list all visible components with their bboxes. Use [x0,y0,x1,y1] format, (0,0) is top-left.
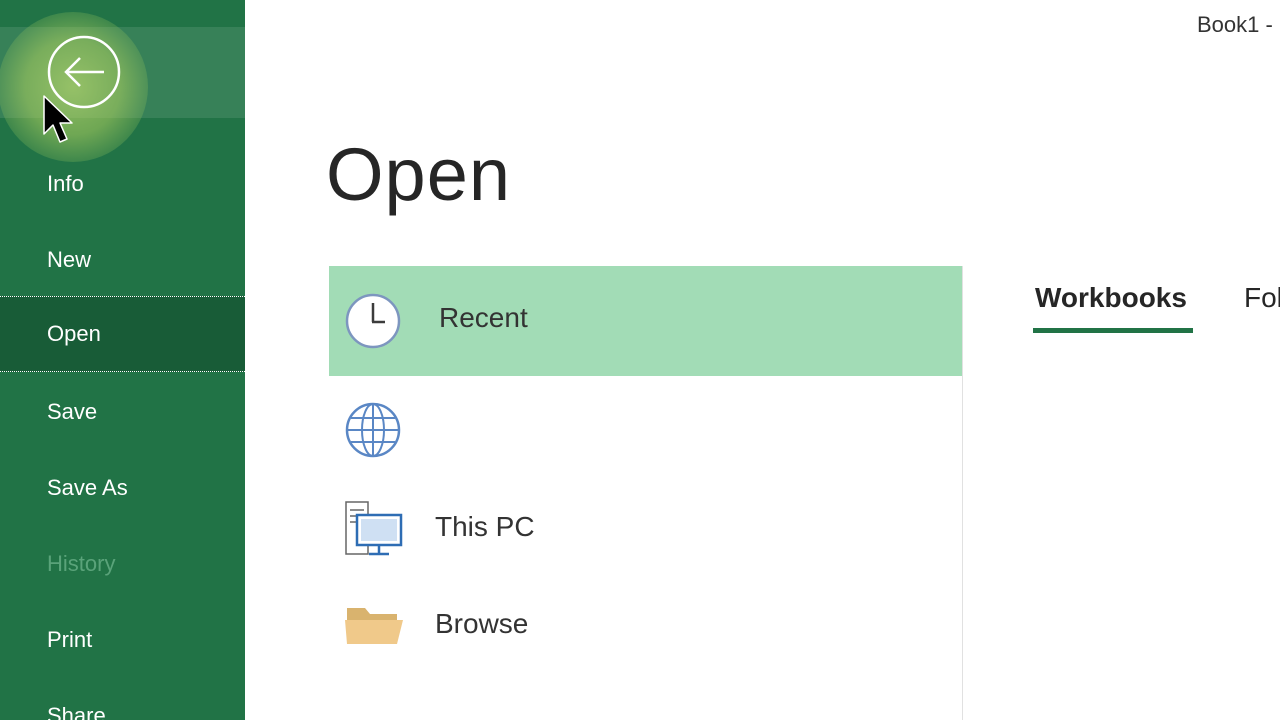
location-this-pc[interactable]: This PC [329,486,962,596]
location-online[interactable] [329,376,962,486]
folder-icon [345,608,403,644]
nav-item-label: History [47,551,116,576]
mouse-pointer-icon [43,95,73,143]
location-label: Browse [435,608,529,639]
excel-backstage: Info New Open Save Save As History Print… [0,0,1280,720]
globe-icon [345,402,401,458]
tab-folders[interactable]: Fol [1244,282,1280,314]
location-label: This PC [435,511,535,542]
nav-item-open[interactable]: Open [0,296,245,372]
location-label: Recent [439,302,528,333]
nav-item-label: Save [47,399,98,424]
nav-item-share[interactable]: Share [0,678,245,720]
open-locations-list: Recent This PC Browse [329,266,963,720]
nav-item-label: Print [47,627,93,652]
nav-item-label: Open [47,321,101,346]
nav-item-label: Save As [47,475,128,500]
clock-icon [345,293,401,349]
tab-workbooks[interactable]: Workbooks [1035,282,1187,314]
computer-icon [345,501,403,556]
window-title: Book1 - [1197,12,1273,37]
nav-item-history: History [0,526,245,602]
nav-item-save[interactable]: Save [0,374,245,450]
page-title: Open [326,133,512,216]
nav-item-label: New [47,247,92,272]
nav-item-info[interactable]: Info [0,146,245,222]
location-browse[interactable]: Browse [329,586,962,696]
nav-item-label: Info [47,171,84,196]
backstage-sidebar: Info New Open Save Save As History Print… [0,0,245,720]
nav-item-save-as[interactable]: Save As [0,450,245,526]
active-tab-indicator [1033,328,1193,333]
location-recent[interactable]: Recent [329,266,962,376]
nav-item-print[interactable]: Print [0,602,245,678]
nav-item-label: Share [47,703,106,720]
nav-item-new[interactable]: New [0,222,245,298]
